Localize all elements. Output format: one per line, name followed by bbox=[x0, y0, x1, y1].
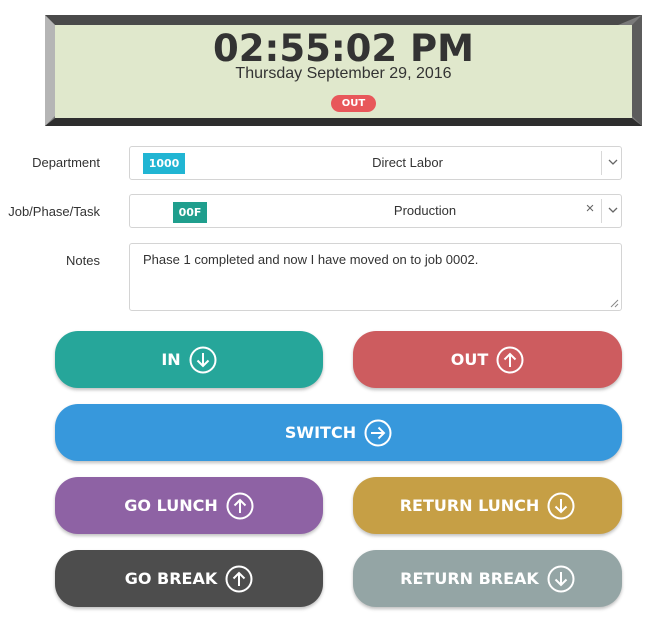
return-lunch-button-label: RETURN LUNCH bbox=[399, 496, 540, 515]
arrow-down-circle-icon bbox=[547, 565, 575, 592]
job-label: Job/Phase/Task bbox=[8, 204, 100, 219]
notes-textarea[interactable]: Phase 1 completed and now I have moved o… bbox=[129, 243, 622, 311]
clock-panel: 02:55:02 PM Thursday September 29, 2016 … bbox=[45, 15, 642, 126]
arrow-down-circle-icon bbox=[189, 346, 217, 373]
go-lunch-button-label: GO LUNCH bbox=[124, 496, 218, 515]
clear-icon[interactable]: × bbox=[583, 200, 597, 217]
clock-bevel-bottom bbox=[45, 118, 642, 126]
department-code-tag: 1000 bbox=[143, 153, 185, 174]
go-break-button[interactable]: GO BREAK bbox=[55, 550, 323, 607]
switch-button-label: SWITCH bbox=[284, 423, 357, 442]
job-divider bbox=[601, 199, 602, 223]
notes-text: Phase 1 completed and now I have moved o… bbox=[143, 252, 479, 267]
notes-label: Notes bbox=[66, 253, 100, 268]
department-label: Department bbox=[32, 155, 100, 170]
clock-bevel-top bbox=[45, 15, 642, 25]
in-button-label: IN bbox=[161, 350, 181, 369]
arrow-up-circle-icon bbox=[225, 565, 253, 592]
arrow-up-circle-icon bbox=[226, 492, 254, 519]
in-button[interactable]: IN bbox=[55, 331, 323, 388]
chevron-down-icon[interactable] bbox=[606, 203, 620, 217]
job-value: Production bbox=[393, 203, 457, 218]
arrow-right-circle-icon bbox=[364, 419, 392, 446]
chevron-down-icon[interactable] bbox=[606, 155, 620, 169]
go-lunch-button[interactable]: GO LUNCH bbox=[55, 477, 323, 534]
out-button[interactable]: OUT bbox=[353, 331, 622, 388]
department-select[interactable]: 1000 Direct Labor bbox=[129, 146, 622, 180]
return-break-button-label: RETURN BREAK bbox=[400, 569, 539, 588]
return-break-button[interactable]: RETURN BREAK bbox=[353, 550, 622, 607]
out-button-label: OUT bbox=[450, 350, 489, 369]
clock-bevel-left bbox=[45, 15, 55, 126]
arrow-down-circle-icon bbox=[547, 492, 575, 519]
clock-time: 02:55:02 PM bbox=[213, 27, 474, 70]
switch-button[interactable]: SWITCH bbox=[55, 404, 622, 461]
department-value: Direct Labor bbox=[372, 155, 443, 170]
clock-face: 02:55:02 PM Thursday September 29, 2016 … bbox=[55, 25, 632, 118]
job-code-tag: 00F bbox=[173, 202, 207, 223]
clock-bevel-right bbox=[632, 15, 642, 126]
resize-grip-icon[interactable] bbox=[610, 299, 619, 308]
go-break-button-label: GO BREAK bbox=[124, 569, 218, 588]
status-badge: OUT bbox=[331, 95, 376, 112]
arrow-up-circle-icon bbox=[496, 346, 524, 373]
return-lunch-button[interactable]: RETURN LUNCH bbox=[353, 477, 622, 534]
job-select[interactable]: 00F Production × bbox=[129, 194, 622, 228]
clock-date: Thursday September 29, 2016 bbox=[235, 65, 452, 82]
department-divider bbox=[601, 151, 602, 175]
